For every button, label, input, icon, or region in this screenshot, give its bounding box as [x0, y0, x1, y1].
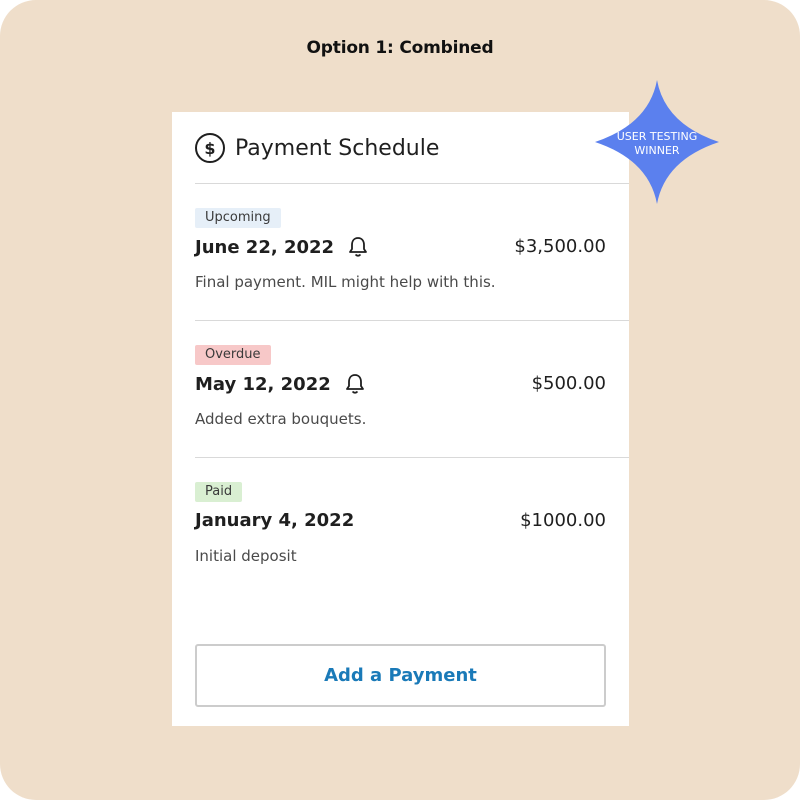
payment-amount: $3,500.00 [514, 236, 606, 257]
bell-icon[interactable] [348, 236, 368, 258]
winner-badge-text: USER TESTING WINNER [595, 130, 719, 158]
payment-row-paid[interactable]: Paid January 4, 2022 $1000.00 Initial de… [195, 482, 606, 602]
payment-row-overdue[interactable]: Overdue May 12, 2022 $500.00 Added extra… [195, 345, 606, 465]
payment-date: June 22, 2022 [195, 236, 368, 258]
divider [195, 183, 629, 184]
status-badge-upcoming: Upcoming [195, 208, 281, 228]
payment-row-upcoming[interactable]: Upcoming June 22, 2022 $3,500.00 Final p… [195, 208, 606, 328]
card-title: Payment Schedule [235, 135, 440, 161]
payment-amount: $1000.00 [520, 510, 606, 531]
canvas-background: Option 1: Combined $ Payment Schedule Up… [0, 0, 800, 800]
payment-date-text: June 22, 2022 [195, 236, 335, 258]
winner-badge-line2: WINNER [634, 144, 680, 157]
card-header: $ Payment Schedule [195, 132, 439, 164]
payment-date: January 4, 2022 [195, 510, 354, 531]
status-badge-paid: Paid [195, 482, 243, 502]
add-payment-button[interactable]: Add a Payment [195, 644, 606, 707]
payment-schedule-card: $ Payment Schedule Upcoming June 22, 202… [172, 112, 629, 726]
payment-date: May 12, 2022 [195, 373, 365, 395]
option-title: Option 1: Combined [306, 38, 494, 58]
payment-date-text: January 4, 2022 [195, 510, 355, 531]
status-badge-overdue: Overdue [195, 345, 271, 365]
user-testing-winner-badge: USER TESTING WINNER [595, 80, 719, 204]
winner-badge-line1: USER TESTING [616, 130, 698, 143]
payment-amount: $500.00 [531, 373, 606, 394]
payment-note: Initial deposit [195, 547, 297, 565]
divider [195, 457, 629, 458]
bell-icon[interactable] [345, 373, 365, 395]
payment-note: Added extra bouquets. [195, 410, 367, 428]
payment-note: Final payment. MIL might help with this. [195, 273, 496, 291]
divider [195, 320, 629, 321]
dollar-circle-icon: $ [195, 133, 225, 163]
payment-date-text: May 12, 2022 [195, 373, 331, 395]
